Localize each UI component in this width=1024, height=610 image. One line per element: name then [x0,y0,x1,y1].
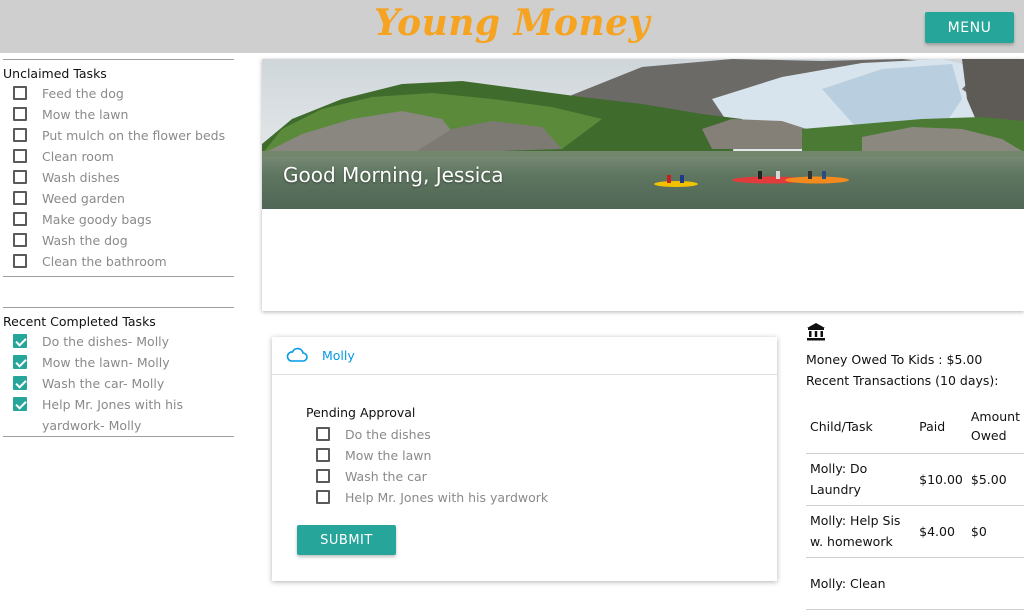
menu-button[interactable]: MENU [925,12,1014,43]
cell-child-task: Molly: Clean [810,575,886,591]
cloud-icon [286,347,308,367]
pending-approval-title: Pending Approval [306,405,416,420]
top-bar: Young Money MENU [0,0,1024,53]
column-header-paid: Paid [919,418,946,434]
submit-button[interactable]: SUBMIT [297,525,396,555]
task-label: Do the dishes- Molly [42,334,170,349]
task-label: Help Mr. Jones with his yardwork- Molly [42,397,184,433]
pending-task[interactable]: Help Mr. Jones with his yardwork [306,487,746,508]
checkbox[interactable] [13,170,27,184]
task-label: Do the dishes [345,427,431,442]
checkbox[interactable] [13,191,27,205]
table-row: Molly: Do Laundry $10.00 $5.00 [806,453,1024,505]
completed-task[interactable]: Do the dishes- Molly [3,331,234,352]
checkbox-checked[interactable] [13,334,27,348]
task-label: Wash the car- Molly [42,376,165,391]
unclaimed-task[interactable]: Clean room [3,146,234,167]
completed-task[interactable]: Wash the car- Molly [3,373,234,394]
column-header-child-task: Child/Task [810,418,873,434]
cell-paid: $10.00 [919,471,963,487]
task-label: Wash dishes [42,170,120,185]
completed-task[interactable]: Help Mr. Jones with his yardwork- Molly [3,394,234,436]
checkbox[interactable] [13,149,27,163]
task-label: Wash the car [345,469,427,484]
unclaimed-task[interactable]: Wash dishes [3,167,234,188]
brand-logo[interactable]: Young Money [0,2,1024,44]
task-label: Help Mr. Jones with his yardwork [345,490,549,505]
unclaimed-task[interactable]: Mow the lawn [3,104,234,125]
checkbox[interactable] [316,427,330,441]
recent-transactions-title: Recent Transactions (10 days): [806,373,999,388]
cell-amount-owed [967,557,1024,609]
cell-child-task: Molly: Help Sis w. homework [810,513,901,549]
checkbox-checked[interactable] [13,355,27,369]
task-label: Wash the dog [42,233,128,248]
checkbox[interactable] [316,490,330,504]
task-label: Clean room [42,149,114,164]
unclaimed-task[interactable]: Put mulch on the flower beds [3,125,234,146]
unclaimed-tasks-panel: Unclaimed Tasks Feed the dog Mow the law… [3,59,234,277]
task-label: Mow the lawn- Molly [42,355,170,370]
checkbox[interactable] [13,107,27,121]
cell-paid [915,557,967,609]
landscape-banner-image: Good Morning, Jessica [262,59,1024,209]
checkbox[interactable] [13,128,27,142]
child-name-link[interactable]: Molly [322,348,355,363]
cell-paid: $4.00 [919,523,955,539]
transactions-table: Child/Task Paid Amount Owed Molly: Do La… [806,400,1024,610]
unclaimed-task[interactable]: Clean the bathroom [3,251,234,272]
checkbox[interactable] [316,448,330,462]
child-card-header[interactable]: Molly [272,337,777,375]
child-card: Molly Pending Approval Do the dishes Mow… [272,337,777,581]
pending-task-list: Do the dishes Mow the lawn Wash the car … [306,424,746,508]
money-owed-summary: Money Owed To Kids : $5.00 [806,352,983,367]
completed-task[interactable]: Mow the lawn- Molly [3,352,234,373]
unclaimed-task[interactable]: Feed the dog [3,83,234,104]
task-label: Feed the dog [42,86,124,101]
unclaimed-task[interactable]: Wash the dog [3,230,234,251]
column-header-amount-owed: Amount Owed [970,409,1020,444]
task-label: Mow the lawn [42,107,129,122]
cell-amount-owed: $0 [970,523,987,539]
table-row: Molly: Clean [806,557,1024,609]
task-label: Make goody bags [42,212,152,227]
task-label: Clean the bathroom [42,254,167,269]
pending-task[interactable]: Wash the car [306,466,746,487]
completed-tasks-title: Recent Completed Tasks [3,314,156,329]
task-label: Put mulch on the flower beds [42,128,226,143]
checkbox[interactable] [316,469,330,483]
completed-task-list: Do the dishes- Molly Mow the lawn- Molly… [3,331,234,436]
cell-child-task: Molly: Do Laundry [810,461,868,497]
completed-tasks-panel: Recent Completed Tasks Do the dishes- Mo… [3,307,234,437]
unclaimed-tasks-title: Unclaimed Tasks [3,66,107,81]
pending-task[interactable]: Mow the lawn [306,445,746,466]
table-row: Molly: Help Sis w. homework $4.00 $0 [806,505,1024,557]
checkbox[interactable] [13,254,27,268]
greeting-text: Good Morning, Jessica [283,163,504,187]
unclaimed-task[interactable]: Make goody bags [3,209,234,230]
bank-icon [806,322,826,346]
checkbox[interactable] [13,86,27,100]
checkbox[interactable] [13,233,27,247]
welcome-card: Good Morning, Jessica [262,59,1024,311]
checkbox[interactable] [13,212,27,226]
task-label: Weed garden [42,191,125,206]
checkbox-checked[interactable] [13,397,27,411]
cell-amount-owed: $5.00 [970,471,1007,487]
pending-task[interactable]: Do the dishes [306,424,746,445]
unclaimed-task[interactable]: Weed garden [3,188,234,209]
task-label: Mow the lawn [345,448,432,463]
unclaimed-task-list: Feed the dog Mow the lawn Put mulch on t… [3,83,234,272]
table-header-row: Child/Task Paid Amount Owed [806,400,1024,453]
checkbox-checked[interactable] [13,376,27,390]
